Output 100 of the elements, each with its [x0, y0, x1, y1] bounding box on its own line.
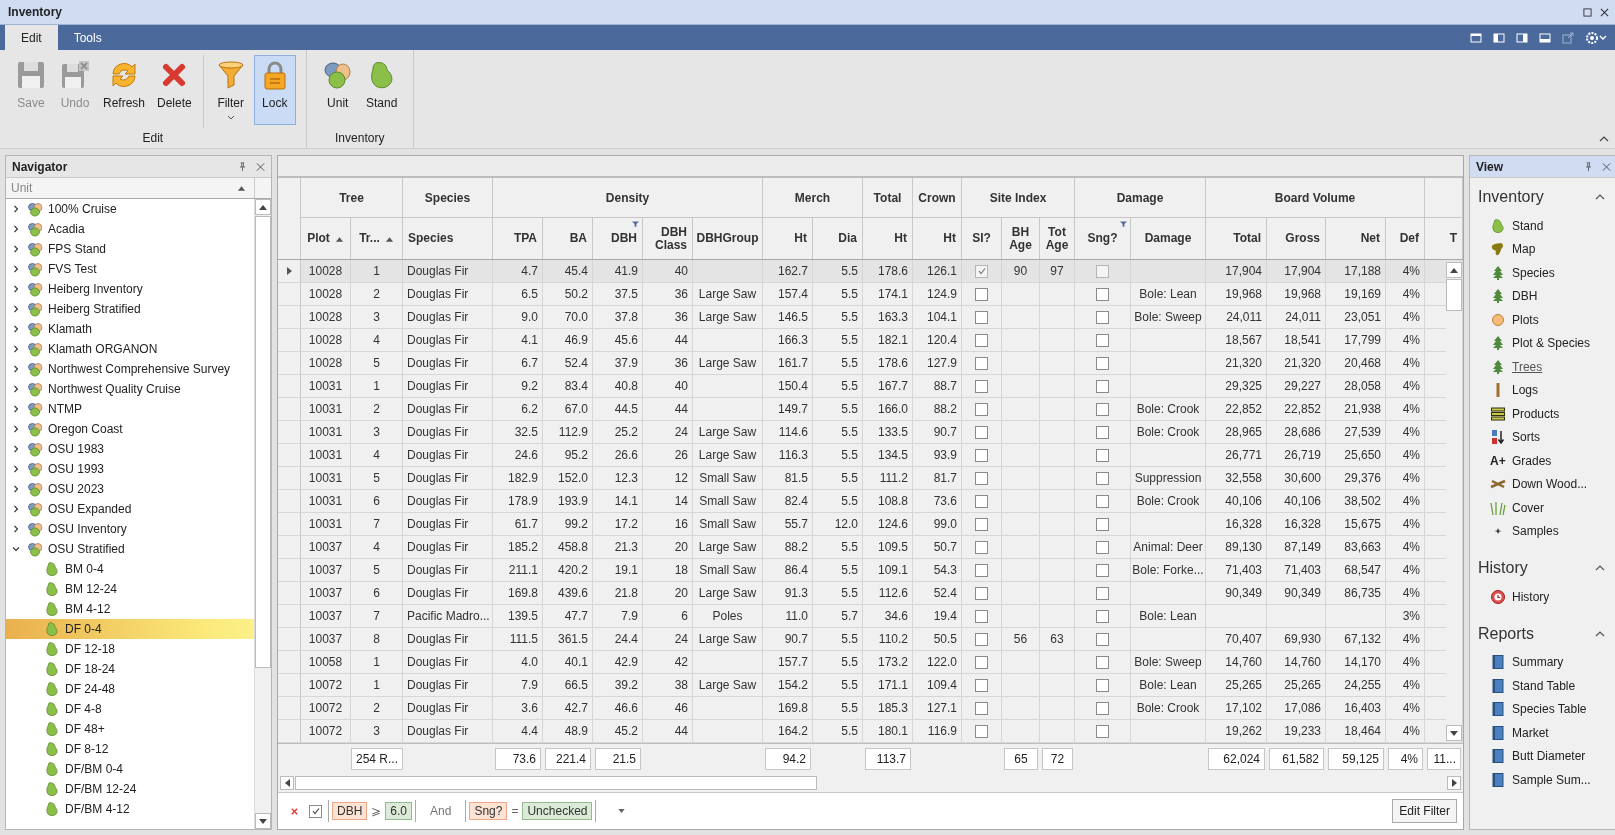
collapse-icon[interactable] — [1599, 136, 1609, 142]
chevron-icon[interactable] — [12, 285, 20, 293]
checkbox[interactable] — [975, 402, 988, 416]
column-header[interactable]: Total — [1206, 218, 1267, 259]
collapse-icon[interactable] — [1595, 565, 1605, 571]
checkbox[interactable] — [1096, 517, 1109, 531]
checkbox[interactable] — [975, 287, 988, 301]
view-link[interactable]: Grades — [1512, 453, 1552, 468]
chevron-icon[interactable] — [12, 325, 20, 333]
column-header[interactable]: T — [1425, 218, 1463, 259]
restore-icon[interactable] — [1583, 7, 1592, 17]
chevron-icon[interactable] — [12, 405, 20, 413]
checkbox[interactable] — [975, 724, 988, 738]
table-row[interactable]: 10028 2 Douglas Fir 6.5 50.2 37.5 36 Large Saw 157.4 5.5 174.1 124.9 Bole: Lean 19,968 19,968 19,169 4% — [278, 283, 1463, 306]
filter-condition[interactable]: Sng? = Unchecked — [465, 800, 597, 822]
checkbox[interactable] — [1096, 586, 1109, 600]
checkbox[interactable] — [1096, 310, 1109, 324]
view-link[interactable]: Stand — [1512, 218, 1544, 233]
table-row[interactable]: 10037 6 Douglas Fir 169.8 439.6 21.8 20 Large Saw 91.3 5.5 112.6 52.4 90,349 90,349 86,735 4% — [278, 582, 1463, 605]
tree-item[interactable]: DF/BM 0-4 — [6, 759, 254, 779]
chevron-icon[interactable] — [12, 365, 20, 373]
tree-item[interactable]: OSU Inventory — [6, 519, 254, 539]
checkbox[interactable] — [1096, 540, 1109, 554]
refresh-button[interactable]: Refresh — [98, 55, 151, 125]
tree-item[interactable]: Oregon Coast — [6, 419, 254, 439]
column-header[interactable]: BA — [543, 218, 593, 259]
scroll-thumb[interactable] — [295, 776, 817, 790]
tree-item[interactable]: DF 4-8 — [6, 699, 254, 719]
tree-item[interactable]: DF 18-24 — [6, 659, 254, 679]
view-link[interactable]: History — [1512, 589, 1550, 604]
checkbox[interactable] — [975, 379, 988, 393]
column-header[interactable]: TPA — [493, 218, 543, 259]
scroll-down-button[interactable] — [1446, 725, 1462, 741]
table-row[interactable]: 10028 4 Douglas Fir 4.1 46.9 45.6 44 166.3 5.5 182.1 120.4 18,567 18,541 17,799 4% — [278, 329, 1463, 352]
chevron-icon[interactable] — [12, 265, 20, 273]
column-header[interactable]: Plot — [301, 218, 351, 259]
checkbox[interactable] — [1096, 724, 1109, 738]
unit-button[interactable]: Unit — [316, 55, 359, 125]
table-row[interactable]: 10031 6 Douglas Fir 178.9 193.9 14.1 14 Small Saw 82.4 5.5 108.8 73.6 Bole: Crook 40,106 40,106 38,502 4% — [278, 490, 1463, 513]
scrollbar[interactable] — [1446, 262, 1462, 741]
tree-item[interactable]: FVS Test — [6, 259, 254, 279]
stand-button[interactable]: Stand — [360, 55, 403, 125]
table-row[interactable]: 10072 3 Douglas Fir 4.4 48.9 45.2 44 164.2 5.5 180.1 116.9 19,262 19,233 18,464 4% — [278, 720, 1463, 743]
tree-item[interactable]: DF 12-18 — [6, 639, 254, 659]
close-icon[interactable] — [1600, 7, 1609, 17]
checkbox[interactable] — [975, 448, 988, 462]
chevron-icon[interactable] — [12, 205, 20, 213]
column-header[interactable]: BH Age — [1002, 218, 1040, 259]
tree-item[interactable]: Klamath ORGANON — [6, 339, 254, 359]
checkbox[interactable] — [1096, 678, 1109, 692]
tree-item[interactable]: BM 4-12 — [6, 599, 254, 619]
tree-item[interactable]: DF/BM 4-12 — [6, 799, 254, 819]
filter-icon[interactable] — [632, 221, 639, 227]
view-link[interactable]: Plots — [1512, 312, 1539, 327]
tree-item[interactable]: Acadia — [6, 219, 254, 239]
lock-button[interactable]: Lock — [253, 55, 296, 125]
checkbox[interactable] — [975, 586, 988, 600]
chevron-icon[interactable] — [12, 545, 20, 553]
checkbox[interactable] — [975, 563, 988, 577]
table-row[interactable]: 10031 2 Douglas Fir 6.2 67.0 44.5 44 149.7 5.5 166.0 88.2 Bole: Crook 22,852 22,852 21,938 4% — [278, 398, 1463, 421]
ribbon-tab[interactable]: Tools — [57, 25, 118, 50]
checkbox[interactable] — [975, 494, 988, 508]
chevron-icon[interactable] — [12, 345, 20, 353]
checkbox[interactable] — [975, 678, 988, 692]
column-header[interactable]: Ht — [863, 218, 913, 259]
checkbox[interactable] — [1096, 356, 1109, 370]
view-link[interactable]: Species Table — [1512, 702, 1587, 717]
column-header[interactable]: Def — [1386, 218, 1425, 259]
scrollbar[interactable] — [254, 199, 271, 829]
chevron-icon[interactable] — [12, 525, 20, 533]
table-row[interactable]: 10031 1 Douglas Fir 9.2 83.4 40.8 40 150.4 5.5 167.7 88.7 29,325 29,227 28,058 4% — [278, 375, 1463, 398]
column-header[interactable]: Tot Age — [1040, 218, 1075, 259]
tree-item[interactable]: BM 12-24 — [6, 579, 254, 599]
checkbox[interactable] — [1096, 379, 1109, 393]
table-row[interactable]: 10037 4 Douglas Fir 185.2 458.8 21.3 20 Large Saw 88.2 5.5 109.5 50.7 Animal: Deer 89,130 87,149 83,663 4% — [278, 536, 1463, 559]
layout-icon[interactable] — [1539, 31, 1551, 44]
table-row[interactable]: 10072 1 Douglas Fir 7.9 66.5 39.2 38 Large Saw 154.2 5.5 171.1 109.4 Bole: Lean 25,265 25,265 24,255 4% — [278, 674, 1463, 697]
checkbox[interactable] — [975, 517, 988, 531]
table-row[interactable]: 10058 1 Douglas Fir 4.0 40.1 42.9 42 157.7 5.5 173.2 122.0 Bole: Sweep 14,760 14,760 14,170 4% — [278, 651, 1463, 674]
checkbox[interactable] — [975, 655, 988, 669]
tree-item[interactable]: DF 8-12 — [6, 739, 254, 759]
layout-icon[interactable] — [1470, 31, 1482, 44]
table-row[interactable]: 10031 5 Douglas Fir 182.9 152.0 12.3 12 Small Saw 81.5 5.5 111.2 81.7 Suppression 32,558 30,600 29,376 4% — [278, 467, 1463, 490]
scrollbar[interactable] — [280, 776, 1461, 790]
checkbox[interactable] — [975, 333, 988, 347]
scroll-up-button[interactable] — [255, 199, 271, 215]
chevron-icon[interactable] — [12, 485, 20, 493]
scroll-thumb[interactable] — [1446, 279, 1462, 311]
edit-filter-button[interactable]: Edit Filter — [1392, 799, 1457, 823]
view-link[interactable]: Plot & Species — [1512, 336, 1591, 351]
tree-item[interactable]: OSU 2023 — [6, 479, 254, 499]
checkbox[interactable] — [1096, 494, 1109, 508]
layout-icon[interactable] — [1493, 31, 1505, 44]
view-link[interactable]: Summary — [1512, 655, 1564, 670]
checkbox[interactable] — [1096, 563, 1109, 577]
tree-item[interactable]: NTMP — [6, 399, 254, 419]
checkbox[interactable] — [1096, 471, 1109, 485]
checkbox[interactable] — [975, 609, 988, 623]
view-link[interactable]: Species — [1512, 265, 1555, 280]
checkbox[interactable] — [1096, 425, 1109, 439]
